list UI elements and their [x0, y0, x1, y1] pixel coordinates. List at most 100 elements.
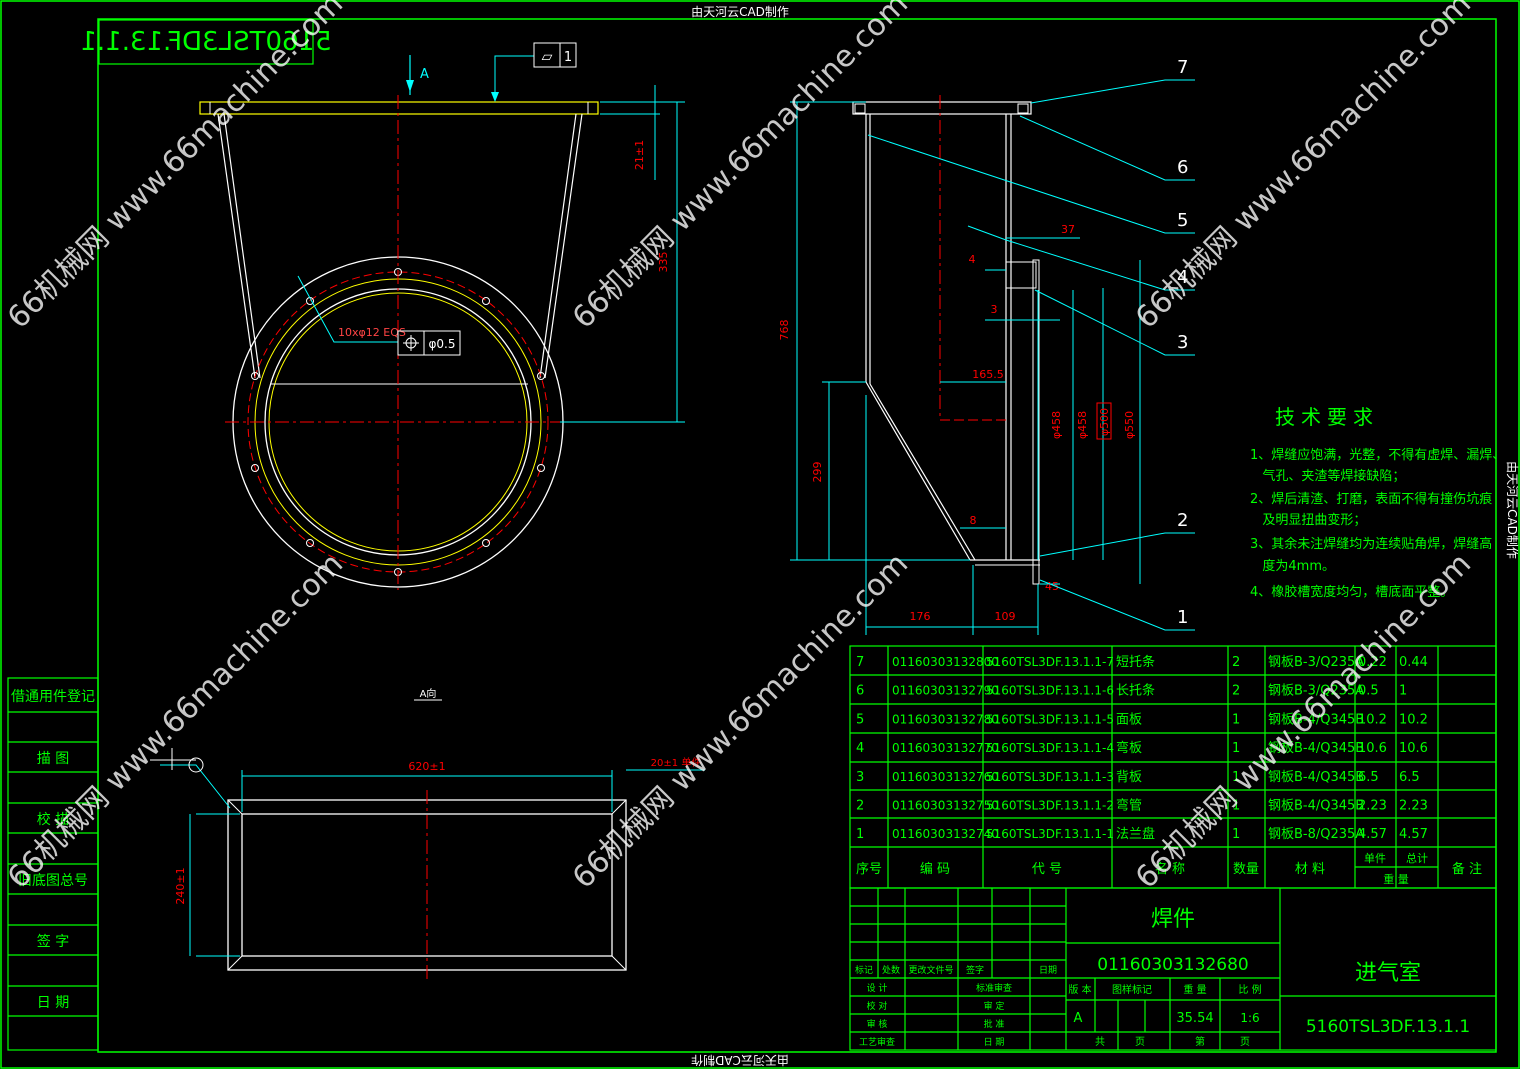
cad-credit-top: 由天河云CAD制作: [691, 5, 789, 19]
dim-phi550: φ550: [1123, 411, 1136, 439]
balloon-7: 7: [1177, 57, 1188, 78]
bom-cell: 6: [856, 684, 864, 699]
watermark: 66机械网 www.66machine.com: [566, 0, 915, 336]
tech-line: 气孔、夹渣等焊接缺陷；: [1250, 468, 1405, 484]
bom-cell: 6.5: [1358, 770, 1379, 785]
sheet-label: 第: [1195, 1035, 1205, 1048]
sheet-label: 页: [1135, 1036, 1145, 1048]
bom-cell: 2.23: [1358, 799, 1387, 814]
cad-drawing: 由天河云CAD制作 由天河云CAD制作 由天河云CAD制作 5160TSL3DF…: [0, 0, 1520, 1069]
view-arrow-label: A: [420, 67, 429, 82]
bom-cell: 1: [1232, 827, 1240, 842]
bom-header-drawing: 代 号: [1032, 862, 1062, 877]
bom-cell: 2.23: [1399, 799, 1428, 814]
balloon-5: 5: [1177, 210, 1188, 231]
dim-21: 21±1: [633, 140, 646, 170]
info-label: 比 例: [1238, 983, 1261, 996]
info-label: 图样标记: [1112, 983, 1152, 996]
bom-cell: 01160303132760: [892, 770, 999, 784]
dim-176: 176: [910, 610, 931, 623]
bom-cell: 1: [1232, 741, 1240, 756]
dim-phi500: φ500: [1098, 408, 1111, 436]
sign-label: 审 核: [867, 1018, 888, 1030]
bom-cell: 弯管: [1116, 798, 1142, 814]
bom-cell: 5160TSL3DF.13.1.1-5: [986, 712, 1114, 726]
left-panel-label: 借通用件登记: [11, 689, 95, 705]
title-code: 01160303132680: [1097, 955, 1248, 975]
dim-8: 8: [970, 514, 977, 527]
bom-cell: 5: [856, 712, 864, 727]
hole-note: 10xφ12 EQS: [338, 326, 406, 339]
bom-cell: 钢板B-8/Q235A: [1268, 827, 1364, 842]
rev-label: 处数: [882, 964, 900, 976]
sign-label: 日 期: [984, 1037, 1005, 1048]
bom-cell: 0.44: [1399, 655, 1428, 670]
bom-cell: 5160TSL3DF.13.1.1-3: [986, 770, 1114, 784]
dim-109: 109: [995, 610, 1016, 623]
tech-line: 1、焊缝应饱满，光整，不得有虚焊、漏焊、: [1250, 447, 1505, 463]
bom-cell: 法兰盘: [1116, 826, 1155, 842]
tech-line: 度为4mm。: [1250, 558, 1335, 574]
bom-cell: 01160303132780: [892, 712, 999, 726]
bom-header-total: 总计: [1406, 851, 1428, 865]
bom-cell: 长托条: [1116, 683, 1155, 699]
sign-label: 设 计: [867, 982, 888, 994]
tech-line: 及明显扭曲变形；: [1250, 512, 1366, 528]
dim-37: 37: [1061, 223, 1075, 236]
bom-cell: 6.5: [1399, 770, 1420, 785]
info-label: 重 量: [1183, 983, 1206, 996]
side-view: 768 299 37 4 3 165.5 8 45 176 109 φ458 φ…: [778, 57, 1195, 635]
dim-phi458b: φ458: [1076, 411, 1089, 439]
bom-cell: 7: [856, 655, 864, 670]
bom-cell: 2: [1232, 655, 1240, 670]
bom-cell: 01160303132750: [892, 799, 999, 813]
dim-240: 240±1: [174, 867, 187, 904]
cad-credit-bottom: 由天河云CAD制作: [691, 1053, 789, 1067]
bom-cell: 4.57: [1399, 827, 1428, 842]
bom-cell: 2: [1232, 684, 1240, 699]
bom-cell: 1: [856, 827, 864, 842]
bom-header-weight: 重 量: [1383, 872, 1409, 886]
bom-cell: 背板: [1116, 770, 1142, 785]
tech-line: 2、焊后清渣、打磨，表面不得有撞伤坑痕: [1250, 491, 1492, 507]
sign-label: 标准审查: [976, 982, 1012, 994]
bom-cell: 5160TSL3DF.13.1.1-4: [986, 741, 1114, 755]
bom-cell: 5160TSL3DF.13.1.1-7: [986, 655, 1114, 669]
bom-cell: 01160303132740: [892, 827, 999, 841]
tech-title: 技术要求: [1275, 405, 1379, 429]
bom-cell: 钢板B-4/Q345B: [1268, 799, 1364, 814]
dim-4: 4: [969, 253, 976, 266]
sheet-label: 页: [1240, 1036, 1250, 1048]
title-scale: 1:6: [1240, 1011, 1259, 1025]
rev-label: 日期: [1039, 965, 1057, 976]
bom-cell: 3: [856, 770, 864, 785]
rev-label: 标记: [855, 964, 873, 976]
bom-header-unit: 单件: [1364, 852, 1386, 865]
balloon-6: 6: [1177, 157, 1188, 178]
bom-cell: 4: [856, 741, 864, 756]
title-name: 进气室: [1355, 961, 1421, 986]
bom-cell: 2: [856, 799, 864, 814]
bom-header-material: 材 料: [1295, 862, 1325, 877]
bom-cell: 10.2: [1399, 712, 1428, 727]
a-view-label: A向: [420, 687, 437, 700]
position-tol-value: φ0.5: [429, 337, 456, 351]
bom-cell: 面板: [1116, 712, 1142, 727]
bom-header-qty: 数量: [1233, 862, 1259, 877]
bom-cell: 10.6: [1399, 741, 1428, 756]
sign-label: 工艺审查: [859, 1036, 895, 1048]
sheet-label: 共: [1095, 1036, 1105, 1048]
bom-cell: 1: [1399, 684, 1407, 699]
bom-cell: 1: [1232, 712, 1240, 727]
sign-label: 批 准: [984, 1018, 1005, 1030]
dim-3: 3: [991, 303, 998, 316]
bom-cell: 5160TSL3DF.13.1.1-6: [986, 684, 1114, 698]
rev-label: 更改文件号: [908, 964, 953, 976]
bom-cell: 01160303132770: [892, 741, 999, 755]
bom-cell: 5160TSL3DF.13.1.1-1: [986, 827, 1114, 841]
bom-cell: 10.6: [1358, 741, 1387, 756]
title-version: A: [1074, 1011, 1083, 1026]
bom-cell: 钢板B-4/Q345B: [1268, 770, 1364, 785]
dim-620: 620±1: [408, 760, 445, 773]
rev-label: 签字: [966, 964, 984, 976]
